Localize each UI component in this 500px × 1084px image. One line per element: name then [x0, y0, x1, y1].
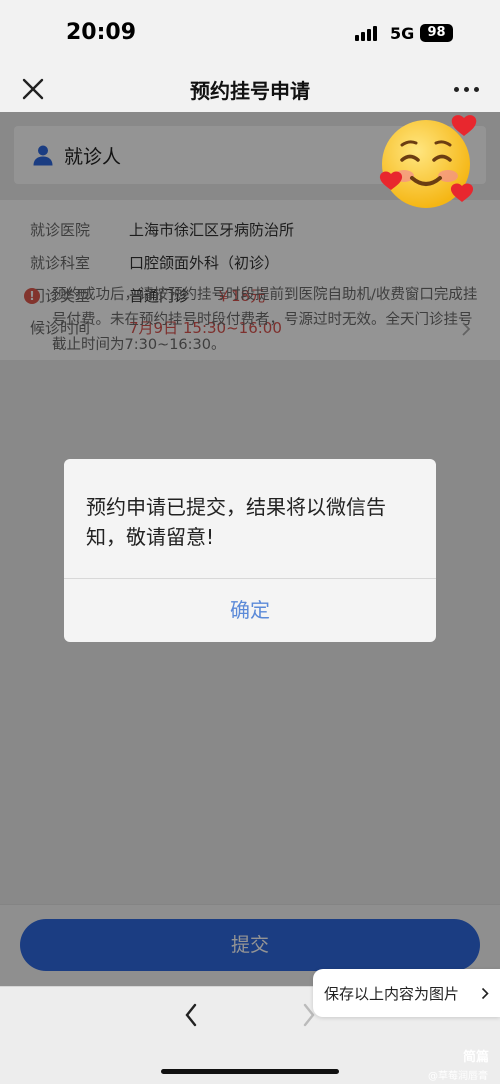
- status-time: 20:09: [66, 20, 137, 45]
- save-as-image-label: 保存以上内容为图片: [324, 985, 460, 1003]
- watermark-user: @草莓润唇膏: [428, 1071, 488, 1082]
- status-bar: 20:09 5G 98: [0, 0, 500, 66]
- page-title: 预约挂号申请: [190, 79, 310, 103]
- nav-bar: 预约挂号申请: [0, 66, 500, 112]
- signal-icon: [355, 25, 381, 41]
- chevron-right-icon: [481, 987, 489, 1000]
- home-indicator: [161, 1069, 339, 1074]
- smiling-face-with-hearts-icon: [379, 115, 477, 208]
- more-icon[interactable]: [454, 87, 480, 93]
- watermark-brand: 简篇: [463, 1050, 490, 1065]
- battery-icon: 98: [420, 24, 453, 42]
- back-arrow-icon[interactable]: [184, 1003, 198, 1027]
- network-label: 5G: [390, 24, 415, 43]
- save-as-image-button[interactable]: 保存以上内容为图片: [313, 969, 500, 1017]
- confirmation-dialog: 预约申请已提交，结果将以微信告知，敬请留意! 确定: [64, 459, 436, 642]
- dialog-message: 预约申请已提交，结果将以微信告知，敬请留意!: [86, 495, 386, 549]
- confirm-button[interactable]: 确定: [64, 579, 436, 642]
